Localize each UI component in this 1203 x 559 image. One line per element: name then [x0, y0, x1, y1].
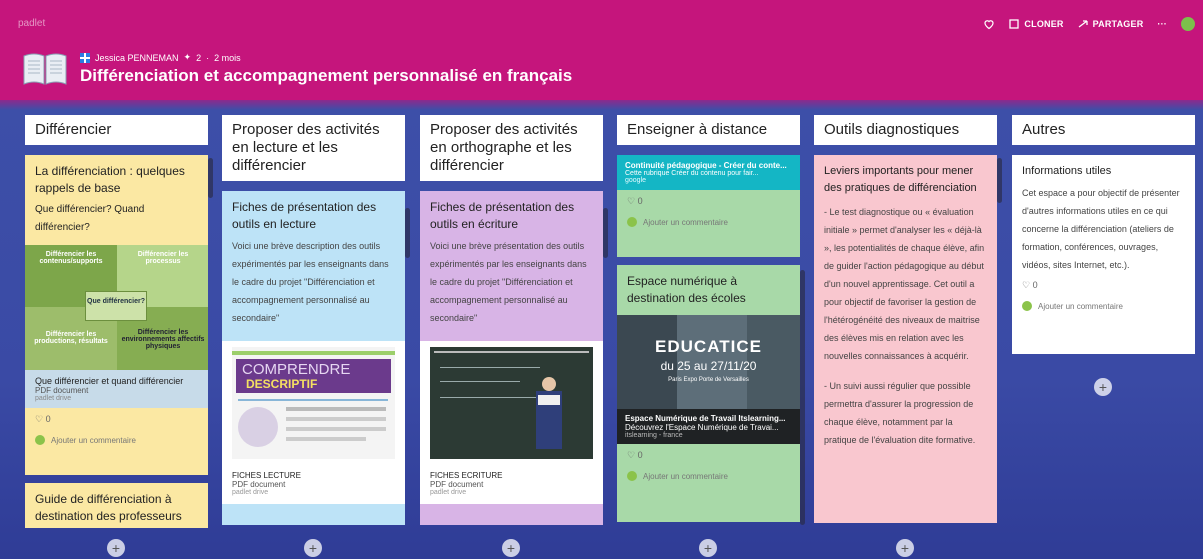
- add-post-button[interactable]: +: [896, 539, 914, 557]
- book-icon: [23, 53, 67, 85]
- event-photo[interactable]: EDUCATICE du 25 au 27/11/20 Paris Expo P…: [617, 315, 800, 409]
- comment-icon: [35, 435, 45, 445]
- post-card[interactable]: Espace numérique à destination des école…: [617, 265, 800, 522]
- share-button[interactable]: PARTAGER: [1078, 19, 1144, 29]
- like-button[interactable]: ♡ 0: [25, 408, 208, 431]
- like-star: ✦: [183, 52, 192, 62]
- clone-icon: [1009, 19, 1020, 29]
- like-button[interactable]: ♡ 0: [1012, 274, 1195, 297]
- link-preview[interactable]: Continuité pédagogique - Créer du conte.…: [617, 155, 800, 190]
- heart-icon[interactable]: [983, 18, 995, 30]
- page-title: Différenciation et accompagnement person…: [80, 66, 573, 85]
- add-post-button[interactable]: +: [1094, 378, 1112, 396]
- post-card[interactable]: Fiches de présentation des outils en lec…: [222, 191, 405, 525]
- attachment[interactable]: FICHES ECRITURE PDF document padlet driv…: [420, 467, 603, 504]
- classroom-photo[interactable]: [420, 341, 603, 467]
- post-meta: Jessica PENNEMAN ✦ 2 · 2 mois: [80, 52, 241, 63]
- add-post-button[interactable]: +: [502, 539, 520, 557]
- card-body: Voici une brève description des outils e…: [232, 241, 389, 323]
- add-comment[interactable]: Ajouter un commentaire: [1012, 297, 1195, 319]
- scrollbar[interactable]: [997, 158, 1002, 203]
- column-lecture: Proposer des activités en lecture et les…: [222, 115, 405, 533]
- column-header: Différencier: [25, 115, 208, 145]
- post-card[interactable]: Leviers importants pour mener des pratiq…: [814, 155, 997, 523]
- share-icon: [1078, 20, 1088, 28]
- card-title: La différenciation : quelques rappels de…: [35, 164, 185, 195]
- card-body: - Un suivi aussi régulier que possible p…: [824, 381, 976, 445]
- document-image[interactable]: COMPRENDRE DESCRIPTIF: [222, 341, 405, 467]
- like-count: 2: [196, 52, 202, 63]
- post-age: 2 mois: [214, 52, 241, 63]
- globe-icon[interactable]: [1181, 17, 1195, 31]
- card-title: Fiches de présentation des outils en écr…: [430, 200, 575, 231]
- top-actions: CLONER PARTAGER ···: [983, 17, 1195, 31]
- card-body: - Le test diagnostique ou « évaluation i…: [824, 207, 985, 361]
- column-header: Autres: [1012, 115, 1195, 145]
- card-body: Cet espace a pour objectif de présenter …: [1022, 188, 1180, 270]
- post-card[interactable]: La différenciation : quelques rappels de…: [25, 155, 208, 475]
- scrollbar[interactable]: [208, 158, 213, 198]
- card-title: Espace numérique à destination des école…: [627, 274, 746, 305]
- column-autres: Autres Informations utiles Cet espace a …: [1012, 115, 1195, 362]
- post-card[interactable]: Guide de différenciation à destination d…: [25, 483, 208, 528]
- more-icon[interactable]: ···: [1157, 19, 1167, 29]
- clone-button[interactable]: CLONER: [1009, 19, 1063, 29]
- post-card[interactable]: Informations utiles Cet espace a pour ob…: [1012, 155, 1195, 354]
- padlet-logo[interactable]: padlet: [18, 18, 45, 29]
- column-differencier: Différencier La différenciation : quelqu…: [25, 115, 208, 536]
- add-comment[interactable]: Ajouter un commentaire: [617, 213, 800, 235]
- scrollbar[interactable]: [405, 208, 410, 258]
- column-header: Outils diagnostiques: [814, 115, 997, 145]
- add-comment[interactable]: Ajouter un commentaire: [617, 467, 800, 489]
- add-comment[interactable]: Ajouter un commentaire: [25, 431, 208, 453]
- card-title: Fiches de présentation des outils en lec…: [232, 200, 377, 231]
- card-title: Leviers importants pour mener des pratiq…: [824, 165, 977, 194]
- column-diagnostiques: Outils diagnostiques Leviers importants …: [814, 115, 997, 531]
- author-name[interactable]: Jessica PENNEMAN: [95, 53, 179, 63]
- column-orthographe: Proposer des activités en orthographe et…: [420, 115, 603, 533]
- comment-icon: [627, 217, 637, 227]
- attachment[interactable]: FICHES LECTURE PDF document padlet drive: [222, 467, 405, 504]
- header-bar: padlet CLONER PARTAGER ··· Jessica PENNE…: [0, 0, 1203, 100]
- post-card[interactable]: Continuité pédagogique - Créer du conte.…: [617, 155, 800, 257]
- like-button[interactable]: ♡ 0: [617, 444, 800, 467]
- card-body: Que différencier? Quand différencier?: [35, 204, 145, 233]
- scrollbar[interactable]: [603, 208, 608, 258]
- post-card[interactable]: Fiches de présentation des outils en écr…: [420, 191, 603, 525]
- scrollbar[interactable]: [800, 270, 805, 525]
- column-header: Proposer des activités en orthographe et…: [420, 115, 603, 181]
- comment-icon: [627, 471, 637, 481]
- attachment[interactable]: Que différencier et quand différencier P…: [25, 370, 208, 408]
- column-header: Proposer des activités en lecture et les…: [222, 115, 405, 181]
- diagram-image[interactable]: Différencier les contenus/supports Diffé…: [25, 245, 208, 370]
- column-header: Enseigner à distance: [617, 115, 800, 145]
- link-preview[interactable]: Espace Numérique de Travail Itslearning.…: [617, 409, 800, 444]
- add-post-button[interactable]: +: [699, 539, 717, 557]
- flag-icon: [80, 52, 90, 63]
- card-title: Informations utiles: [1022, 165, 1112, 177]
- card-body: Voici une brève présentation des outils …: [430, 241, 587, 323]
- add-post-button[interactable]: +: [304, 539, 322, 557]
- like-button[interactable]: ♡ 0: [617, 190, 800, 213]
- comment-icon: [1022, 301, 1032, 311]
- add-post-button[interactable]: +: [107, 539, 125, 557]
- card-title: Guide de différenciation à destination d…: [35, 492, 182, 528]
- column-distance: Enseigner à distance Continuité pédagogi…: [617, 115, 800, 530]
